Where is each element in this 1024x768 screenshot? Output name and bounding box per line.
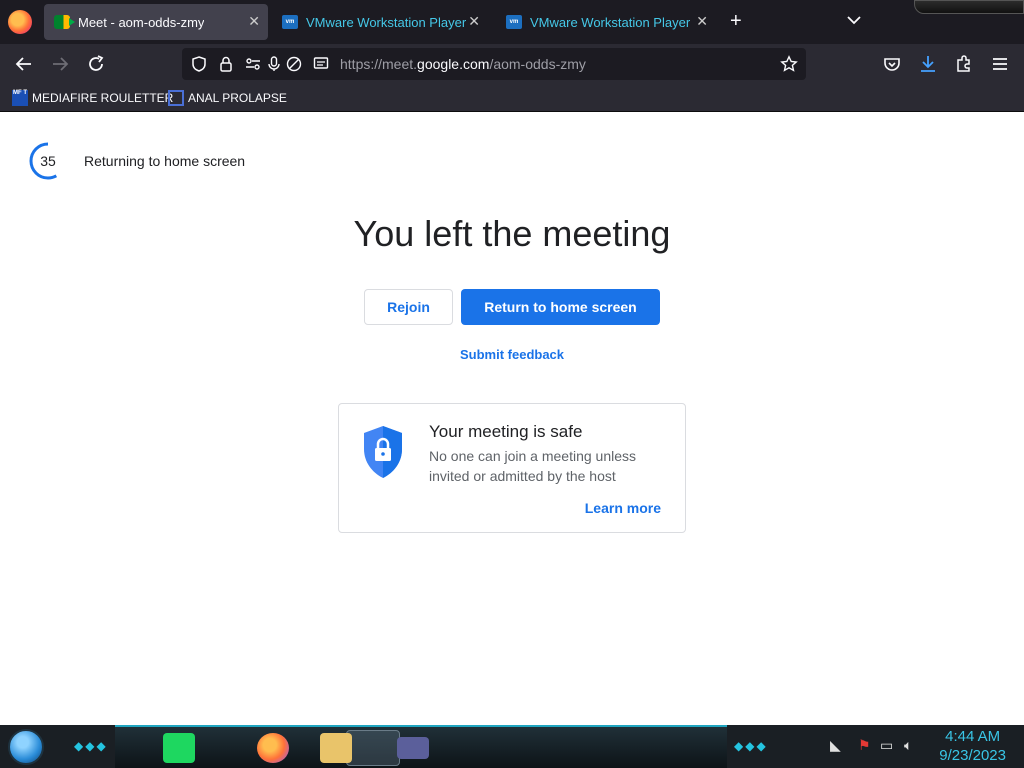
clock-date: 9/23/2023 [939,747,1006,764]
tab-title: VMware Workstation Player | VM [306,14,470,30]
bookmark-label: MEDIAFIRE ROULETTER [32,91,174,105]
vmware-icon: vm [282,15,298,29]
url-bar[interactable]: https://meet.google.com/aom-odds-zmy [182,48,806,80]
file-explorer-icon[interactable] [320,733,352,763]
volume-icon[interactable]: 🔈︎ [904,737,912,754]
bookmark-star-icon[interactable] [780,55,798,73]
url-path: /aom-odds-zmy [489,56,586,72]
return-home-button[interactable]: Return to home screen [461,289,660,325]
tab-vmware-2[interactable]: vm VMware Workstation Player - VM ✕ [496,4,716,40]
notes-app-icon[interactable] [163,733,195,763]
close-tab-icon[interactable]: ✕ [248,13,260,30]
meet-left-page: 35 Returning to home screen You left the… [0,113,1024,725]
vmware-icon: vm [506,15,522,29]
url-text[interactable]: https://meet.google.com/aom-odds-zmy [340,56,586,72]
countdown-number: 35 [40,153,56,169]
blocked-autoplay-icon[interactable] [285,55,303,73]
window-decoration [914,0,1024,14]
tracking-protection-icon[interactable] [190,55,208,73]
taskbar: ◆◆◆ ◆◆◆ ◣ ⚑ ▭ 🔈︎ 4:44 AM 9/23/2023 [0,725,1024,768]
taskbar-strip [115,725,727,768]
submit-feedback-label[interactable]: Submit feedback [460,347,564,362]
shield-lock-icon [364,426,402,478]
clock-time: 4:44 AM [945,728,1001,745]
submit-feedback-link[interactable]: Submit feedback [0,347,1024,362]
extensions-icon[interactable] [954,54,974,74]
bookmark-icon [168,90,184,106]
mediafire-icon: MF T [12,90,28,106]
new-tab-button[interactable]: + [730,11,742,31]
lock-icon[interactable] [217,55,235,73]
card-title: Your meeting is safe [429,422,583,441]
taskbar-decoration: ◆◆◆ [74,739,108,753]
tab-title: VMware Workstation Player - VM [530,14,694,30]
back-icon[interactable] [14,54,34,74]
firefox-taskbar-item[interactable] [346,730,400,766]
tab-title: Meet - aom-odds-zmy [78,14,205,30]
tab-meet[interactable]: Meet - aom-odds-zmy ✕ [44,4,268,40]
vmware-app-icon[interactable] [397,737,429,759]
pocket-icon[interactable] [882,54,902,74]
forward-icon[interactable] [50,54,70,74]
url-host: google.com [417,56,490,72]
network-icon[interactable]: ▭ [880,737,893,754]
reload-icon[interactable] [86,54,106,74]
microphone-icon[interactable] [265,55,283,73]
action-center-flag-icon[interactable]: ⚑ [858,737,871,754]
navigation-toolbar: https://meet.google.com/aom-odds-zmy [0,44,1024,84]
google-meet-icon [54,15,75,29]
learn-more-link[interactable]: Learn more [585,500,661,516]
system-clock[interactable]: 4:44 AM 9/23/2023 [939,727,1006,765]
returning-text: Returning to home screen [84,153,246,169]
card-body: No one can join a meeting unless invited… [429,448,637,484]
close-tab-icon[interactable]: ✕ [696,13,708,30]
permissions-icon[interactable] [244,55,262,73]
rejoin-button[interactable]: Rejoin [364,289,453,325]
url-prefix: https://meet. [340,56,418,72]
close-tab-icon[interactable]: ✕ [468,13,480,30]
app-tray-icon[interactable]: ◣ [830,737,841,754]
firefox-app-icon[interactable] [257,733,289,763]
bookmarks-toolbar: MF T MEDIAFIRE ROULETTER ANAL PROLAPSE [0,84,1024,112]
list-all-tabs-icon[interactable] [846,12,862,28]
firefox-view-icon[interactable] [8,10,32,34]
page-title: You left the meeting [353,213,671,254]
tab-strip: Meet - aom-odds-zmy ✕ vm VMware Workstat… [0,0,1024,44]
bookmark-second[interactable]: ANAL PROLAPSE [168,90,287,106]
reader-view-icon[interactable] [312,55,330,73]
start-button[interactable] [8,729,44,765]
tab-vmware-1[interactable]: vm VMware Workstation Player | VM ✕ [272,4,488,40]
bookmark-mediafire[interactable]: MF T MEDIAFIRE ROULETTER [12,90,173,106]
menu-icon[interactable] [990,54,1010,74]
taskbar-decoration: ◆◆◆ [734,739,768,753]
downloads-icon[interactable] [918,54,938,74]
bookmark-label: ANAL PROLAPSE [188,91,287,105]
safety-card: Your meeting is safe No one can join a m… [338,403,686,533]
